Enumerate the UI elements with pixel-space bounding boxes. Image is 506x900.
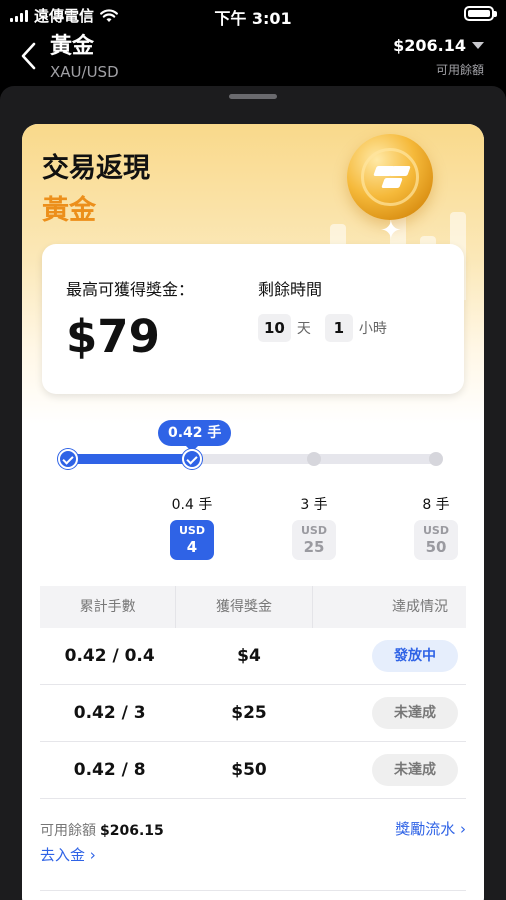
tier-3: 8 手 USD 50 — [406, 494, 466, 560]
tier-progress: 0.42 手 0.4 手 USD 4 3 手 USD 25 8 手 USD 50 — [22, 414, 484, 574]
tier-node-2 — [307, 452, 321, 466]
cell-lots: 0.42 / 8 — [73, 760, 146, 780]
balance-label: 可用餘額 — [435, 63, 484, 77]
card-footer: 可用餘額 $206.15 去入金 › 獎勵流水 › — [40, 820, 466, 880]
available-balance-value: $206.15 — [100, 823, 164, 839]
table-header: 累計手數 獲得獎金 達成情況 — [40, 586, 466, 628]
bottom-sheet: ✦ 交易返現 黃金 最高可獲得獎金： $79 剩餘時間 10 天 1 小時 0.… — [0, 86, 506, 900]
available-balance-label: 可用餘額 — [40, 823, 96, 839]
tier-lots: 8 手 — [422, 497, 450, 513]
tier-currency: USD — [423, 524, 449, 537]
tier-reward-badge: USD 4 — [170, 520, 214, 560]
status-bar: 遠傳電信 下午 3:01 — [0, 0, 506, 30]
cell-bonus: $50 — [231, 760, 267, 780]
tier-reward-badge: USD 25 — [292, 520, 336, 560]
tier-table: 累計手數 獲得獎金 達成情況 0.42 / 0.4 $4 發放中 0.42 / … — [40, 586, 466, 799]
card-title: 交易返現 — [42, 153, 150, 184]
hero-banner: ✦ 交易返現 黃金 最高可獲得獎金： $79 剩餘時間 10 天 1 小時 — [22, 124, 484, 424]
cell-status: 發放中 — [319, 640, 466, 672]
tier-amount: 50 — [425, 538, 447, 556]
status-badge: 發放中 — [371, 640, 458, 672]
current-lots-bubble: 0.42 手 — [158, 420, 232, 452]
battery-icon — [464, 6, 497, 21]
divider — [40, 890, 466, 891]
days-value: 10 — [258, 314, 291, 342]
column-header-lots: 累計手數 — [79, 599, 136, 615]
remaining-time-label: 剩餘時間 — [258, 280, 323, 299]
progress-track — [68, 454, 438, 464]
cell-status: 未達成 — [319, 697, 466, 729]
reward-summary: 最高可獲得獎金： $79 剩餘時間 10 天 1 小時 — [42, 244, 464, 394]
sparkle-icon: ✦ — [380, 216, 402, 246]
balance-value: $206.14 — [393, 36, 466, 55]
countdown: 10 天 1 小時 — [258, 314, 387, 342]
tier-1: 0.4 手 USD 4 — [162, 494, 222, 560]
cell-lots: 0.42 / 0.4 — [64, 646, 155, 666]
page-title: 黃金 — [50, 34, 95, 59]
sheet-drag-handle[interactable] — [229, 94, 277, 99]
tier-reward-badge: USD 50 — [414, 520, 458, 560]
tier-node-1 — [182, 449, 202, 469]
tier-lots: 0.4 手 — [171, 497, 213, 513]
max-reward-label: 最高可獲得獎金： — [66, 280, 195, 299]
column-header-status: 達成情況 — [311, 586, 466, 628]
gold-coin-icon — [347, 134, 433, 220]
tier-amount: 25 — [303, 538, 325, 556]
days-unit: 天 — [296, 321, 311, 337]
clock: 下午 3:01 — [214, 9, 292, 28]
asset-name: 黃金 — [42, 195, 96, 226]
balance-selector[interactable]: $206.14 — [393, 36, 484, 55]
table-row: 0.42 / 8 $50 未達成 — [40, 742, 466, 799]
progress-start-node — [58, 449, 78, 469]
hours-unit: 小時 — [358, 321, 387, 337]
tier-2: 3 手 USD 25 — [284, 494, 344, 560]
reward-history-link[interactable]: 獎勵流水 › — [395, 818, 466, 839]
status-badge: 未達成 — [371, 697, 458, 729]
cell-bonus: $25 — [231, 703, 267, 723]
nav-bar: 黃金 XAU/USD $206.14 可用餘額 — [0, 28, 506, 84]
cashback-card: ✦ 交易返現 黃金 最高可獲得獎金： $79 剩餘時間 10 天 1 小時 0.… — [22, 124, 484, 900]
table-row: 0.42 / 3 $25 未達成 — [40, 685, 466, 742]
cell-status: 未達成 — [319, 754, 466, 786]
hours-value: 1 — [324, 314, 353, 342]
tier-node-3 — [429, 452, 443, 466]
table-row: 0.42 / 0.4 $4 發放中 — [40, 628, 466, 685]
deposit-link[interactable]: 去入金 › — [40, 844, 96, 865]
back-chevron-icon[interactable] — [16, 38, 42, 74]
cell-bonus: $4 — [237, 646, 261, 666]
tier-currency: USD — [179, 524, 205, 537]
status-badge: 未達成 — [371, 754, 458, 786]
column-header-bonus: 獲得獎金 — [175, 586, 311, 628]
cell-lots: 0.42 / 3 — [73, 703, 146, 723]
tier-amount: 4 — [186, 538, 198, 556]
progress-fill — [68, 454, 192, 464]
chevron-down-icon — [472, 42, 484, 49]
symbol-subtitle: XAU/USD — [50, 63, 119, 81]
available-balance: 可用餘額 $206.15 — [40, 820, 164, 840]
tier-lots: 3 手 — [300, 497, 328, 513]
tier-currency: USD — [301, 524, 327, 537]
max-reward-value: $79 — [66, 310, 160, 363]
